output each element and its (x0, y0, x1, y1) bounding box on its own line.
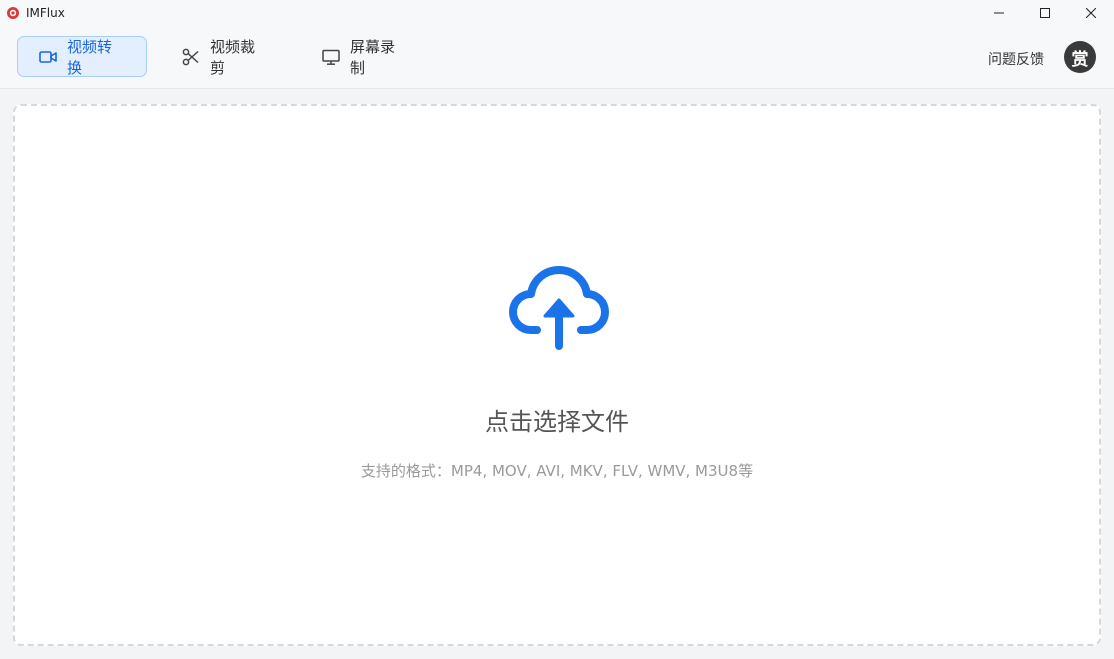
monitor-icon (321, 47, 341, 67)
minimize-button[interactable] (976, 0, 1022, 25)
minimize-icon (994, 12, 1004, 13)
reward-avatar[interactable]: 赏 (1064, 41, 1096, 73)
feedback-link[interactable]: 问题反馈 (988, 49, 1044, 69)
tab-video-convert[interactable]: 视频转换 (17, 36, 147, 77)
app-header: 视频转换 视频裁剪 屏幕录制 问题反馈 赏 (0, 25, 1114, 89)
tab-video-crop[interactable]: 视频裁剪 (160, 36, 288, 77)
app-logo-icon (6, 6, 20, 20)
tab-label: 屏幕录制 (350, 37, 396, 77)
tab-label: 视频转换 (67, 37, 113, 77)
title-bar: IMFlux (0, 0, 1114, 25)
close-button[interactable] (1068, 0, 1114, 25)
file-dropzone[interactable]: 点击选择文件 支持的格式：MP4, MOV, AVI, MKV, FLV, WM… (13, 104, 1101, 646)
maximize-icon (1040, 7, 1050, 18)
scissors-icon (181, 47, 201, 67)
dropzone-title: 点击选择文件 (485, 408, 629, 436)
tab-label: 视频裁剪 (210, 37, 256, 77)
cloud-upload-icon (509, 266, 609, 350)
tab-screen-record[interactable]: 屏幕录制 (300, 36, 428, 77)
window-title: IMFlux (26, 5, 65, 20)
video-camera-icon (38, 47, 58, 67)
close-icon (1086, 7, 1096, 18)
maximize-button[interactable] (1022, 0, 1068, 25)
dropzone-hint: 支持的格式：MP4, MOV, AVI, MKV, FLV, WMV, M3U8… (360, 462, 754, 480)
window-controls (976, 0, 1114, 25)
